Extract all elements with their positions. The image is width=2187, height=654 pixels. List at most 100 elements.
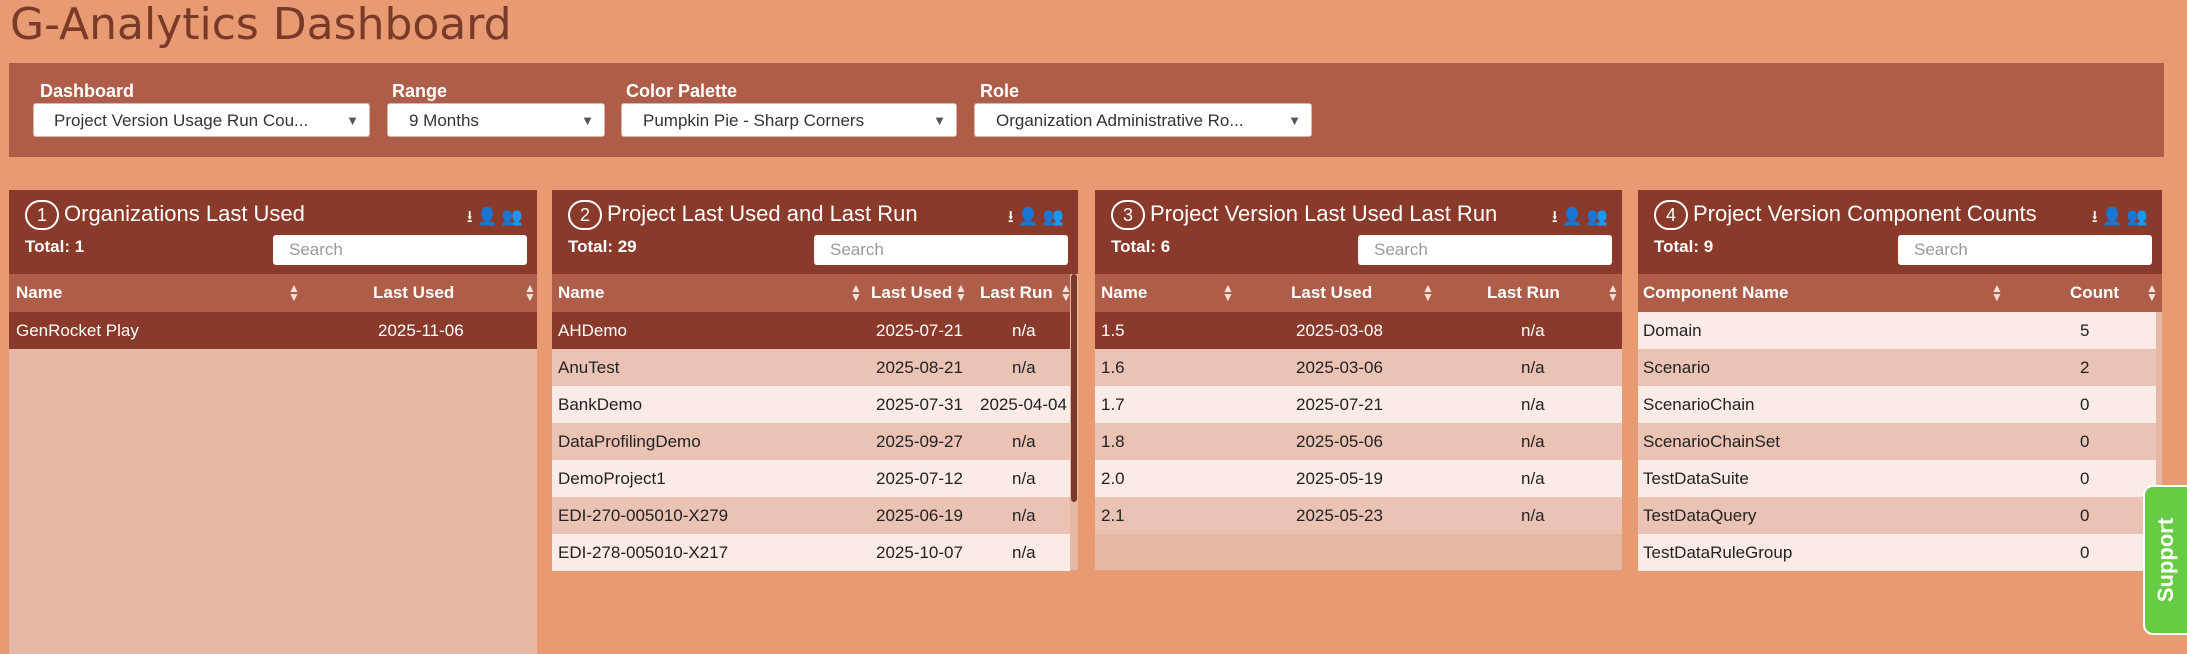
cell-count: 0 (2080, 506, 2090, 525)
column-header-last-used[interactable]: Last Used (871, 274, 952, 312)
column-header-name[interactable]: Name (16, 274, 62, 312)
users-icon[interactable]: 👥 (1043, 207, 1068, 226)
sort-icon[interactable]: ▲ ▼ (1607, 282, 1619, 303)
cell-last-used: 2025-06-19 (876, 506, 963, 525)
project-versions-panel: 3 Project Version Last Used Last Run ⭳👤👥… (1095, 190, 1622, 570)
download-icon[interactable]: ⭳ (1008, 207, 1018, 226)
sort-icon[interactable]: ▲ ▼ (955, 282, 967, 303)
download-icon[interactable]: ⭳ (1552, 207, 1562, 226)
column-header-last-run[interactable]: Last Run (1487, 274, 1560, 312)
panel-tools: ⭳👤👥 (1008, 204, 1068, 233)
table-row[interactable]: ScenarioChain 0 (1638, 386, 2156, 423)
user-icon[interactable]: 👤 (477, 207, 502, 226)
search-input[interactable]: Search (814, 235, 1068, 265)
cell-last-used: 2025-07-21 (876, 321, 963, 340)
sort-icon[interactable]: ▲ ▼ (1422, 282, 1434, 303)
cell-last-used: 2025-08-21 (876, 358, 963, 377)
cell-name: DataProfilingDemo (558, 432, 701, 451)
table-row[interactable]: 1.6 2025-03-06 n/a (1095, 349, 1622, 386)
table-row[interactable]: BankDemo 2025-07-31 2025-04-04 (552, 386, 1070, 423)
panel-total: Total: 6 (1111, 237, 1171, 256)
download-icon[interactable]: ⭳ (2092, 207, 2102, 226)
search-input[interactable]: Search (1898, 235, 2152, 265)
cell-name: GenRocket Play (16, 321, 139, 340)
column-header-count[interactable]: Count (2070, 274, 2119, 312)
scrollbar[interactable] (1070, 274, 1078, 560)
column-header-last-used[interactable]: Last Used (373, 274, 454, 312)
table-row[interactable]: Scenario 2 (1638, 349, 2156, 386)
table-row[interactable]: TestDataQuery 0 (1638, 497, 2156, 534)
table-row[interactable]: GenRocket Play 2025-11-06 (9, 312, 537, 349)
cell-last-run: n/a (1012, 543, 1036, 562)
sort-icon[interactable]: ▲ ▼ (850, 282, 862, 303)
sort-icon[interactable]: ▲ ▼ (1222, 282, 1234, 303)
user-icon[interactable]: 👤 (1018, 207, 1043, 226)
column-header-name[interactable]: Name (1101, 274, 1147, 312)
panel-tools: ⭳👤👥 (467, 204, 527, 233)
panel-number: 4 (1654, 200, 1688, 230)
table-row[interactable]: 1.5 2025-03-08 n/a (1095, 312, 1622, 349)
cell-last-run: n/a (1521, 358, 1545, 377)
search-input[interactable]: Search (273, 235, 527, 265)
table-body: AHDemo 2025-07-21 n/a AnuTest 2025-08-21… (552, 312, 1070, 571)
cell-name: 2.1 (1101, 506, 1125, 525)
table-body: GenRocket Play 2025-11-06 (9, 312, 537, 349)
cell-name: 1.8 (1101, 432, 1125, 451)
support-tab[interactable]: Support (2143, 485, 2187, 635)
column-header-name[interactable]: Name (558, 274, 604, 312)
color-palette-select[interactable]: Pumpkin Pie - Sharp Corners ▼ (621, 103, 957, 137)
page-title: G-Analytics Dashboard (10, 0, 512, 50)
panel-total: Total: 9 (1654, 237, 1714, 256)
cell-count: 0 (2080, 432, 2090, 451)
sort-icon[interactable]: ▲ ▼ (2146, 282, 2158, 303)
table-row[interactable]: DemoProject1 2025-07-12 n/a (552, 460, 1070, 497)
cell-component-name: TestDataQuery (1643, 506, 1757, 525)
cell-last-run: n/a (1012, 432, 1036, 451)
table-row[interactable]: TestDataRuleGroup 0 (1638, 534, 2156, 571)
role-select[interactable]: Organization Administrative Ro... ▼ (974, 103, 1312, 137)
support-label: Support (2153, 517, 2178, 603)
user-icon[interactable]: 👤 (2102, 207, 2127, 226)
sort-icon[interactable]: ▲ ▼ (524, 282, 536, 303)
table-row[interactable]: ScenarioChainSet 0 (1638, 423, 2156, 460)
cell-count: 5 (2080, 321, 2090, 340)
table-row[interactable]: AnuTest 2025-08-21 n/a (552, 349, 1070, 386)
cell-last-used: 2025-10-07 (876, 543, 963, 562)
search-input[interactable]: Search (1358, 235, 1612, 265)
table-row[interactable]: 1.8 2025-05-06 n/a (1095, 423, 1622, 460)
table-row[interactable]: 1.7 2025-07-21 n/a (1095, 386, 1622, 423)
cell-name: EDI-278-005010-X217 (558, 543, 729, 562)
table-row[interactable]: AHDemo 2025-07-21 n/a (552, 312, 1070, 349)
cell-last-run: n/a (1521, 395, 1545, 414)
table-row[interactable]: DataProfilingDemo 2025-09-27 n/a (552, 423, 1070, 460)
cell-count: 0 (2080, 395, 2090, 414)
cell-last-used: 2025-07-31 (876, 395, 963, 414)
panel-number: 1 (25, 200, 59, 230)
cell-last-used: 2025-07-21 (1296, 395, 1383, 414)
cell-name: AHDemo (558, 321, 627, 340)
table-row[interactable]: 2.0 2025-05-19 n/a (1095, 460, 1622, 497)
table-row[interactable]: EDI-270-005010-X279 2025-06-19 n/a (552, 497, 1070, 534)
users-icon[interactable]: 👥 (2127, 207, 2152, 226)
table-row[interactable]: TestDataSuite 0 (1638, 460, 2156, 497)
table-row[interactable]: EDI-278-005010-X217 2025-10-07 n/a (552, 534, 1070, 571)
range-select[interactable]: 9 Months ▼ (387, 103, 605, 137)
sort-icon[interactable]: ▲ ▼ (288, 282, 300, 303)
role-select-value: Organization Administrative Ro... (996, 111, 1244, 130)
color-palette-select-value: Pumpkin Pie - Sharp Corners (643, 111, 865, 130)
column-header-last-used[interactable]: Last Used (1291, 274, 1372, 312)
dashboard-select[interactable]: Project Version Usage Run Cou... ▼ (33, 103, 370, 137)
table-row[interactable]: Domain 5 (1638, 312, 2156, 349)
users-icon[interactable]: 👥 (502, 207, 527, 226)
download-icon[interactable]: ⭳ (467, 207, 477, 226)
column-header-last-run[interactable]: Last Run (980, 274, 1053, 312)
panel-title: Project Version Last Used Last Run (1150, 201, 1498, 226)
users-icon[interactable]: 👥 (1587, 207, 1612, 226)
scrollbar-thumb[interactable] (1071, 274, 1077, 502)
user-icon[interactable]: 👤 (1562, 207, 1587, 226)
range-filter-label: Range (392, 81, 448, 101)
table-row[interactable]: 2.1 2025-05-23 n/a (1095, 497, 1622, 534)
column-header-component-name[interactable]: Component Name (1643, 274, 1788, 312)
table-header: Component Name ▲ ▼ Count ▲ ▼ (1638, 274, 2162, 312)
sort-icon[interactable]: ▲ ▼ (1991, 282, 2003, 303)
